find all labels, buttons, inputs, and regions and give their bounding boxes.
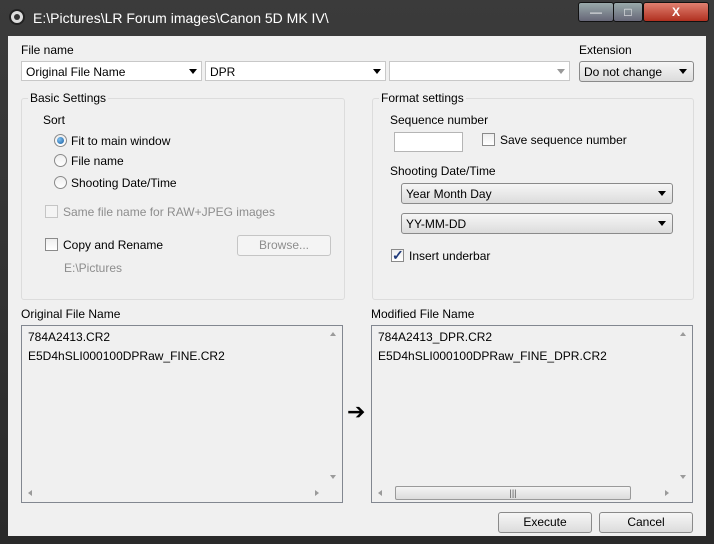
scroll-right-icon[interactable] bbox=[315, 490, 319, 496]
browse-button[interactable]: Browse... bbox=[237, 235, 331, 256]
scroll-down-icon[interactable] bbox=[680, 475, 686, 479]
close-button[interactable]: X bbox=[643, 2, 709, 22]
scroll-right-icon[interactable] bbox=[665, 490, 669, 496]
original-file-list[interactable]: 784A2413.CR2 E5D4hSLI000100DPRaw_FINE.CR… bbox=[21, 325, 343, 503]
rename-dialog-window: E:\Pictures\LR Forum images\Canon 5D MK … bbox=[0, 0, 714, 544]
sort-fit-label: Fit to main window bbox=[71, 134, 171, 148]
same-file-name-label: Same file name for RAW+JPEG images bbox=[63, 205, 275, 219]
original-list-label: Original File Name bbox=[21, 307, 121, 321]
date-order-dropdown[interactable]: Year Month Day bbox=[401, 183, 673, 204]
minimize-button[interactable]: — bbox=[578, 2, 614, 22]
file-name-part1-value: Original File Name bbox=[26, 65, 126, 79]
chevron-down-icon bbox=[189, 69, 197, 74]
chevron-down-icon bbox=[658, 221, 666, 226]
format-settings-title: Format settings bbox=[379, 91, 466, 105]
arrow-right-icon: ➔ bbox=[347, 399, 366, 424]
extension-label: Extension bbox=[579, 43, 632, 57]
sort-shooting-date-label: Shooting Date/Time bbox=[71, 176, 177, 190]
scroll-thumb[interactable]: ||| bbox=[395, 486, 631, 500]
modified-list-label: Modified File Name bbox=[371, 307, 475, 321]
sort-file-name-label: File name bbox=[71, 154, 124, 168]
dialog-client-area: File name Original File Name DPR Extensi… bbox=[8, 36, 706, 536]
date-format-value: YY-MM-DD bbox=[406, 217, 467, 231]
date-order-value: Year Month Day bbox=[406, 187, 492, 201]
list-item[interactable]: E5D4hSLI000100DPRaw_FINE.CR2 bbox=[28, 349, 225, 363]
cancel-button[interactable]: Cancel bbox=[599, 512, 693, 533]
shooting-date-label: Shooting Date/Time bbox=[390, 164, 496, 178]
date-format-dropdown[interactable]: YY-MM-DD bbox=[401, 213, 673, 234]
scroll-up-icon[interactable] bbox=[330, 332, 336, 336]
insert-underbar-label: Insert underbar bbox=[409, 249, 491, 263]
copy-rename-checkbox[interactable] bbox=[45, 238, 58, 251]
scroll-down-icon[interactable] bbox=[330, 475, 336, 479]
save-sequence-label: Save sequence number bbox=[500, 133, 627, 147]
destination-path: E:\Pictures bbox=[64, 261, 123, 275]
chevron-down-icon bbox=[373, 69, 381, 74]
save-sequence-checkbox[interactable] bbox=[482, 133, 495, 146]
basic-settings-title: Basic Settings bbox=[28, 91, 109, 105]
file-name-part2-dropdown[interactable]: DPR bbox=[205, 61, 386, 81]
sort-fit-radio[interactable] bbox=[54, 134, 67, 147]
same-file-name-checkbox[interactable] bbox=[45, 205, 58, 218]
app-icon bbox=[9, 9, 25, 25]
list-item[interactable]: E5D4hSLI000100DPRaw_FINE_DPR.CR2 bbox=[378, 349, 607, 363]
chevron-down-icon bbox=[658, 191, 666, 196]
horizontal-scrollbar[interactable]: ||| bbox=[372, 485, 675, 502]
file-name-part3-dropdown[interactable] bbox=[389, 61, 570, 81]
extension-dropdown[interactable]: Do not change bbox=[579, 61, 694, 82]
sort-shooting-date-radio[interactable] bbox=[54, 176, 67, 189]
scroll-left-icon[interactable] bbox=[28, 490, 32, 496]
sort-file-name-radio[interactable] bbox=[54, 154, 67, 167]
file-name-label: File name bbox=[21, 43, 74, 57]
window-title: E:\Pictures\LR Forum images\Canon 5D MK … bbox=[33, 10, 329, 26]
checkmark-icon: ✓ bbox=[392, 247, 404, 263]
vertical-scrollbar[interactable] bbox=[675, 326, 692, 485]
modified-file-list[interactable]: 784A2413_DPR.CR2 E5D4hSLI000100DPRaw_FIN… bbox=[371, 325, 693, 503]
horizontal-scrollbar[interactable] bbox=[22, 485, 325, 502]
chevron-down-icon bbox=[679, 69, 687, 74]
insert-underbar-checkbox[interactable]: ✓ bbox=[391, 247, 404, 263]
copy-rename-label: Copy and Rename bbox=[63, 238, 164, 252]
execute-button[interactable]: Execute bbox=[498, 512, 592, 533]
sequence-number-label: Sequence number bbox=[390, 113, 489, 127]
sort-label: Sort bbox=[43, 113, 66, 127]
scroll-up-icon[interactable] bbox=[680, 332, 686, 336]
extension-value: Do not change bbox=[584, 65, 663, 79]
file-name-part1-dropdown[interactable]: Original File Name bbox=[21, 61, 202, 81]
sequence-number-input[interactable] bbox=[394, 132, 463, 152]
scroll-left-icon[interactable] bbox=[378, 490, 382, 496]
maximize-button[interactable]: □ bbox=[613, 2, 643, 22]
chevron-down-icon bbox=[557, 69, 565, 74]
vertical-scrollbar[interactable] bbox=[325, 326, 342, 485]
file-name-part2-value: DPR bbox=[210, 65, 236, 79]
list-item[interactable]: 784A2413_DPR.CR2 bbox=[378, 330, 492, 344]
title-bar: E:\Pictures\LR Forum images\Canon 5D MK … bbox=[0, 0, 714, 36]
list-item[interactable]: 784A2413.CR2 bbox=[28, 330, 110, 344]
